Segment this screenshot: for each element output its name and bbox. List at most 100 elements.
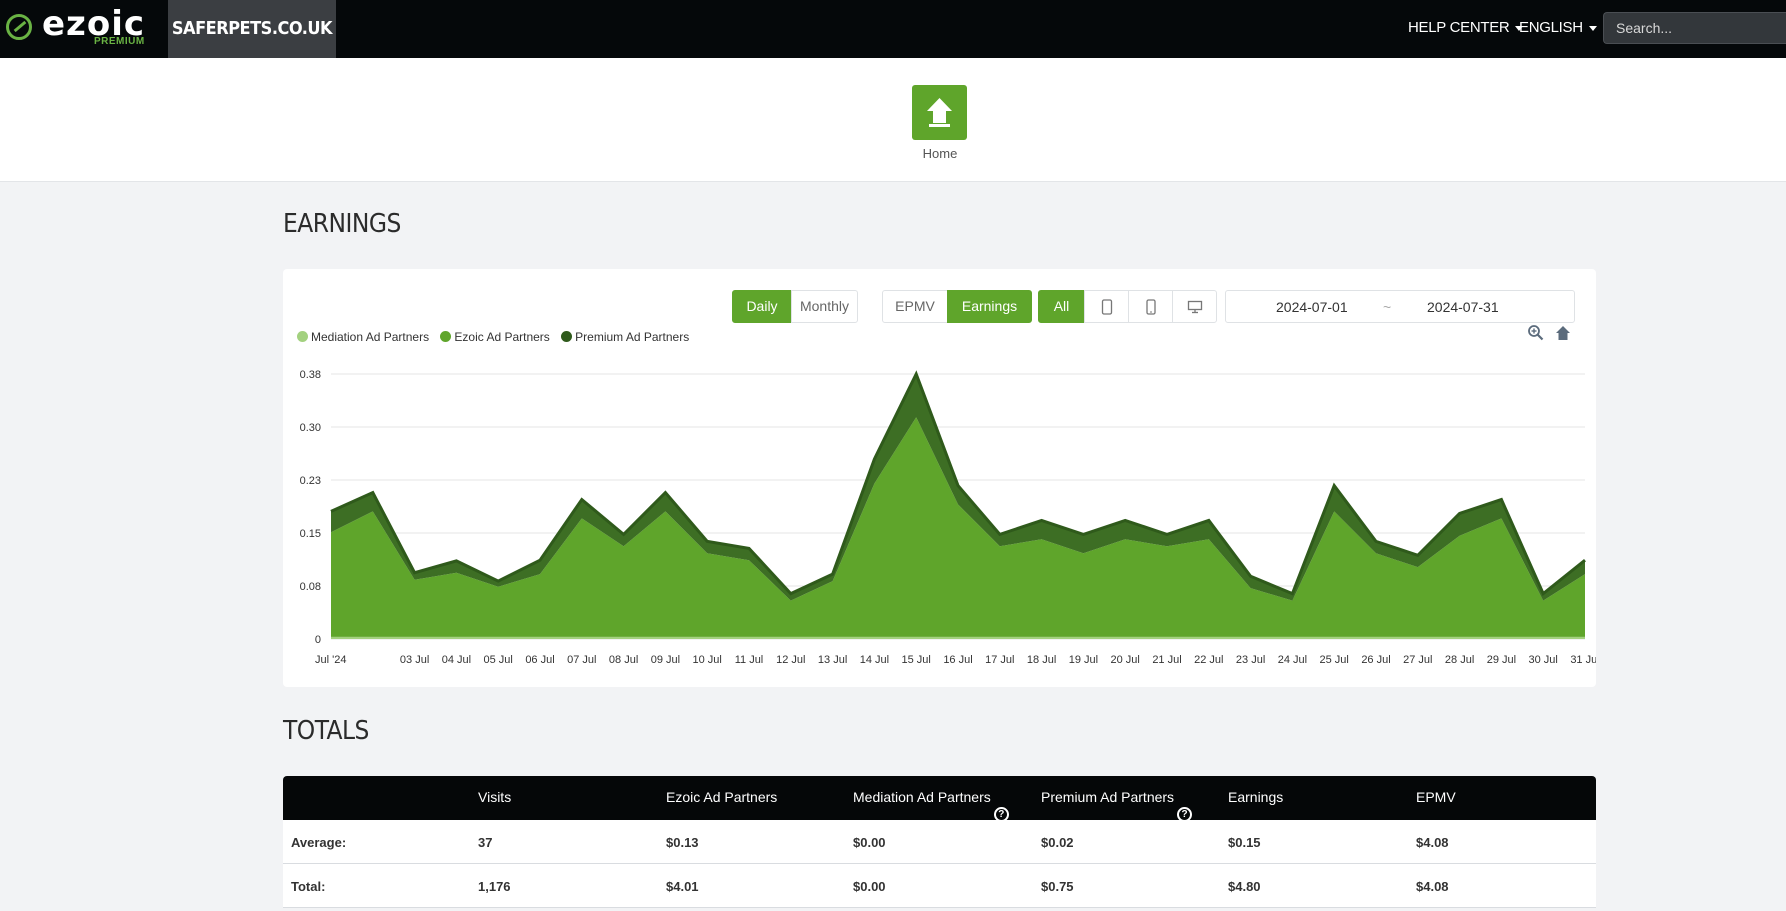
table-row-average: Average: 37 $0.13 $0.00 $0.02 $0.15 $4.0… bbox=[283, 820, 1596, 864]
legend-dot-premium bbox=[561, 331, 573, 342]
row-label: Average: bbox=[291, 835, 347, 850]
cell-ezoic: $0.13 bbox=[666, 835, 699, 850]
header-label: Premium Ad Partners bbox=[1041, 789, 1175, 805]
legend-label: Premium Ad Partners bbox=[575, 330, 690, 344]
end-date: 2024-07-31 bbox=[1427, 299, 1499, 315]
x-tick-label: 13 Jul bbox=[818, 654, 847, 666]
x-tick-label: 07 Jul bbox=[567, 654, 596, 666]
legend-ezoic[interactable]: Ezoic Ad Partners bbox=[440, 330, 550, 344]
y-tick-label: 0.30 bbox=[300, 422, 321, 434]
x-tick-label: 05 Jul bbox=[484, 654, 513, 666]
chart-legend: Mediation Ad Partners Ezoic Ad Partners … bbox=[297, 330, 697, 344]
area-mediation-ad-partners[interactable] bbox=[331, 636, 1585, 639]
epmv-button[interactable]: EPMV bbox=[882, 290, 948, 323]
zoom-icon[interactable] bbox=[1527, 324, 1545, 342]
cell-premium: $0.75 bbox=[1041, 879, 1074, 894]
language-menu[interactable]: ENGLISH bbox=[1519, 0, 1597, 58]
start-date: 2024-07-01 bbox=[1276, 299, 1348, 315]
totals-header-row: Visits Ezoic Ad Partners Mediation Ad Pa… bbox=[283, 776, 1596, 822]
daily-button[interactable]: Daily bbox=[732, 290, 792, 323]
cell-earnings: $4.80 bbox=[1228, 879, 1261, 894]
x-tick-label: 09 Jul bbox=[651, 654, 680, 666]
desktop-icon bbox=[1187, 300, 1202, 314]
header-earnings: Earnings bbox=[1228, 789, 1284, 805]
cell-mediation: $0.00 bbox=[853, 879, 886, 894]
cell-epmv: $4.08 bbox=[1416, 835, 1449, 850]
home-band: Home bbox=[0, 58, 1786, 182]
table-row-total: Total: 1,176 $4.01 $0.00 $0.75 $4.80 $4.… bbox=[283, 864, 1596, 908]
desktop-button[interactable] bbox=[1172, 290, 1217, 323]
legend-premium[interactable]: Premium Ad Partners bbox=[561, 330, 689, 344]
header-ezoic-ad-partners: Ezoic Ad Partners bbox=[666, 789, 778, 805]
row-label: Total: bbox=[291, 879, 326, 894]
help-center-menu[interactable]: HELP CENTER bbox=[1408, 0, 1524, 58]
header-mediation-ad-partners: Mediation Ad Partners? bbox=[853, 789, 1009, 822]
totals-title: TOTALS bbox=[283, 716, 369, 746]
x-tick-label: 06 Jul bbox=[525, 654, 554, 666]
ezoic-logo-icon bbox=[6, 14, 32, 40]
language-label: ENGLISH bbox=[1519, 19, 1583, 36]
home-icon bbox=[927, 98, 952, 127]
tablet-icon bbox=[1101, 299, 1112, 315]
x-tick-label: 25 Jul bbox=[1320, 654, 1349, 666]
x-tick-label: 27 Jul bbox=[1403, 654, 1432, 666]
y-tick-label: 0.23 bbox=[300, 475, 321, 487]
x-tick-label: 28 Jul bbox=[1445, 654, 1474, 666]
y-tick-label: 0.08 bbox=[300, 581, 321, 593]
header-premium-ad-partners: Premium Ad Partners? bbox=[1041, 789, 1193, 822]
legend-dot-mediation bbox=[297, 331, 308, 342]
area-ezoic-ad-partners[interactable] bbox=[331, 417, 1585, 637]
y-tick-label: 0.38 bbox=[300, 369, 321, 381]
y-tick-label: 0 bbox=[315, 634, 321, 646]
caret-down-icon bbox=[1588, 25, 1597, 31]
cell-visits: 37 bbox=[478, 835, 493, 850]
cell-visits: 1,176 bbox=[478, 879, 511, 894]
search-input[interactable] bbox=[1603, 12, 1786, 44]
logo-premium-label: PREMIUM bbox=[94, 36, 145, 47]
help-center-label: HELP CENTER bbox=[1408, 19, 1510, 36]
x-tick-label: 23 Jul bbox=[1236, 654, 1265, 666]
ezoic-logo[interactable]: ezoic PREMIUM bbox=[4, 4, 154, 50]
x-tick-label: 17 Jul bbox=[985, 654, 1014, 666]
x-tick-label: 22 Jul bbox=[1194, 654, 1223, 666]
x-tick-label: 20 Jul bbox=[1111, 654, 1140, 666]
date-separator: ~ bbox=[1383, 299, 1392, 315]
x-tick-label: 10 Jul bbox=[693, 654, 722, 666]
home-label: Home bbox=[922, 146, 958, 161]
x-tick-label: 15 Jul bbox=[902, 654, 931, 666]
x-tick-label: 03 Jul bbox=[400, 654, 429, 666]
x-tick-label: 12 Jul bbox=[776, 654, 805, 666]
all-devices-button[interactable]: All bbox=[1038, 290, 1085, 323]
home-reset-icon[interactable] bbox=[1554, 324, 1572, 342]
legend-dot-ezoic bbox=[440, 331, 452, 342]
cell-mediation: $0.00 bbox=[853, 835, 886, 850]
x-tick-label: 24 Jul bbox=[1278, 654, 1307, 666]
home-button[interactable] bbox=[912, 85, 967, 140]
x-tick-label: 30 Jul bbox=[1529, 654, 1558, 666]
x-tick-label: 31 Jul bbox=[1570, 654, 1596, 666]
x-tick-label: 29 Jul bbox=[1487, 654, 1516, 666]
header-label: Mediation Ad Partners bbox=[853, 789, 991, 805]
x-tick-label: 04 Jul bbox=[442, 654, 471, 666]
y-tick-label: 0.15 bbox=[300, 528, 321, 540]
cell-ezoic: $4.01 bbox=[666, 879, 699, 894]
legend-mediation[interactable]: Mediation Ad Partners bbox=[297, 330, 429, 344]
x-tick-label: 19 Jul bbox=[1069, 654, 1098, 666]
monthly-button[interactable]: Monthly bbox=[791, 290, 858, 323]
x-tick-label: Jul '24 bbox=[315, 654, 346, 666]
legend-label: Mediation Ad Partners bbox=[311, 330, 430, 344]
header-visits: Visits bbox=[478, 789, 512, 805]
site-selector[interactable]: SAFERPETS.CO.UK bbox=[168, 0, 336, 58]
earnings-title: EARNINGS bbox=[283, 209, 401, 239]
x-tick-label: 18 Jul bbox=[1027, 654, 1056, 666]
x-tick-label: 08 Jul bbox=[609, 654, 638, 666]
top-navigation-bar: ezoic PREMIUM SAFERPETS.CO.UK HELP CENTE… bbox=[0, 0, 1786, 58]
cell-premium: $0.02 bbox=[1041, 835, 1074, 850]
earnings-button[interactable]: Earnings bbox=[947, 290, 1032, 323]
cell-epmv: $4.08 bbox=[1416, 879, 1449, 894]
date-range-picker[interactable]: 2024-07-01 ~ 2024-07-31 bbox=[1225, 290, 1575, 323]
tablet-button[interactable] bbox=[1084, 290, 1129, 323]
mobile-button[interactable] bbox=[1128, 290, 1173, 323]
header-epmv: EPMV bbox=[1416, 789, 1456, 805]
mobile-icon bbox=[1145, 299, 1156, 315]
